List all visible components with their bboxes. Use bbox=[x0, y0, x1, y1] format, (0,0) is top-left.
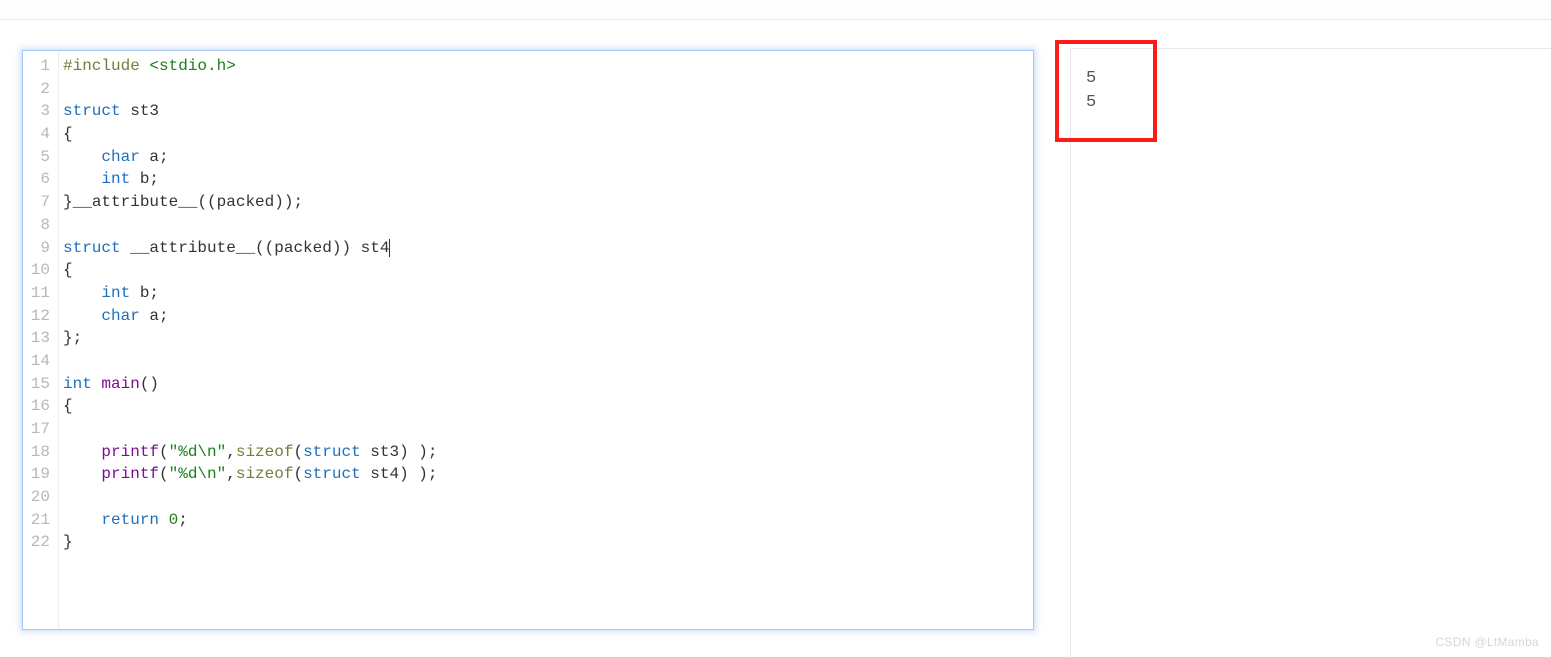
line-number-gutter: 12345678910111213141516171819202122 bbox=[23, 51, 59, 629]
line-number: 18 bbox=[23, 441, 58, 464]
code-line[interactable]: printf("%d\n",sizeof(struct st3) ); bbox=[63, 441, 1033, 464]
top-toolbar bbox=[0, 0, 1551, 20]
code-line[interactable]: return 0; bbox=[63, 509, 1033, 532]
code-line[interactable]: }; bbox=[63, 327, 1033, 350]
code-line[interactable]: { bbox=[63, 123, 1033, 146]
code-line[interactable]: #include <stdio.h> bbox=[63, 55, 1033, 78]
code-line[interactable]: struct __attribute__((packed)) st4 bbox=[63, 237, 1033, 260]
line-number: 17 bbox=[23, 418, 58, 441]
line-number: 15 bbox=[23, 373, 58, 396]
line-number: 21 bbox=[23, 509, 58, 532]
code-line[interactable] bbox=[63, 418, 1033, 441]
line-number: 2 bbox=[23, 78, 58, 101]
code-line[interactable]: { bbox=[63, 395, 1033, 418]
line-number: 9 bbox=[23, 237, 58, 260]
line-number: 19 bbox=[23, 463, 58, 486]
code-line[interactable]: { bbox=[63, 259, 1033, 282]
output-line: 5 bbox=[1086, 91, 1536, 115]
line-number: 4 bbox=[23, 123, 58, 146]
text-cursor bbox=[389, 239, 390, 257]
line-number: 13 bbox=[23, 327, 58, 350]
code-line[interactable] bbox=[63, 350, 1033, 373]
watermark-text: CSDN @LtMamba bbox=[1436, 635, 1539, 649]
code-line[interactable]: int b; bbox=[63, 168, 1033, 191]
line-number: 22 bbox=[23, 531, 58, 554]
code-line[interactable]: int main() bbox=[63, 373, 1033, 396]
line-number: 20 bbox=[23, 486, 58, 509]
code-line[interactable]: char a; bbox=[63, 305, 1033, 328]
code-editor[interactable]: 12345678910111213141516171819202122 #inc… bbox=[22, 50, 1034, 630]
line-number: 5 bbox=[23, 146, 58, 169]
line-number: 11 bbox=[23, 282, 58, 305]
code-area[interactable]: #include <stdio.h>struct st3{ char a; in… bbox=[59, 51, 1033, 629]
line-number: 8 bbox=[23, 214, 58, 237]
code-line[interactable]: char a; bbox=[63, 146, 1033, 169]
line-number: 7 bbox=[23, 191, 58, 214]
line-number: 3 bbox=[23, 100, 58, 123]
line-number: 16 bbox=[23, 395, 58, 418]
code-line[interactable] bbox=[63, 486, 1033, 509]
code-line[interactable]: struct st3 bbox=[63, 100, 1033, 123]
output-line: 5 bbox=[1086, 67, 1536, 91]
line-number: 14 bbox=[23, 350, 58, 373]
code-line[interactable]: } bbox=[63, 531, 1033, 554]
line-number: 1 bbox=[23, 55, 58, 78]
code-line[interactable]: printf("%d\n",sizeof(struct st4) ); bbox=[63, 463, 1033, 486]
code-line[interactable] bbox=[63, 214, 1033, 237]
code-line[interactable]: int b; bbox=[63, 282, 1033, 305]
line-number: 6 bbox=[23, 168, 58, 191]
line-number: 10 bbox=[23, 259, 58, 282]
line-number: 12 bbox=[23, 305, 58, 328]
code-line[interactable]: }__attribute__((packed)); bbox=[63, 191, 1033, 214]
code-line[interactable] bbox=[63, 78, 1033, 101]
output-panel: 5 5 bbox=[1070, 48, 1551, 657]
